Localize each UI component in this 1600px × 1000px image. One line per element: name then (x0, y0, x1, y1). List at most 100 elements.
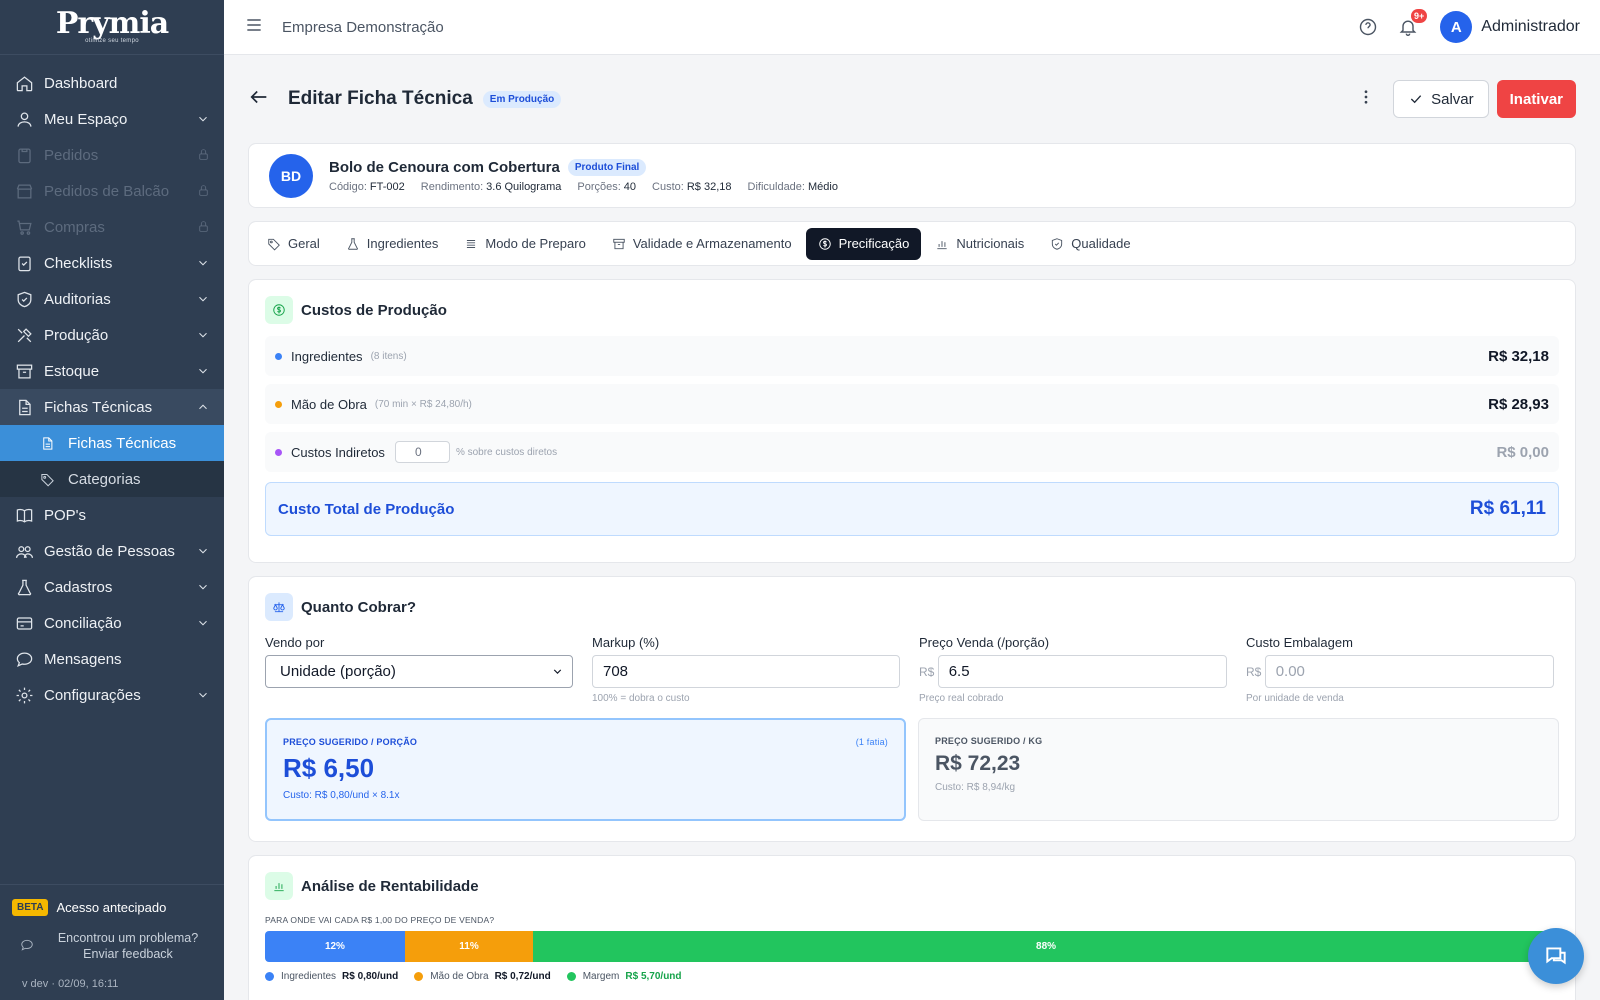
sidebar-item-fichas-tecnicas[interactable]: Fichas Técnicas (0, 389, 224, 425)
cost-value: R$ 28,93 (1488, 395, 1549, 413)
product-avatar: BD (269, 153, 313, 198)
chevron-down-icon (196, 616, 210, 630)
sidebar-item-gestao-pessoas[interactable]: Gestão de Pessoas (0, 533, 224, 569)
product-meta: Código: FT-002 Rendimento: 3.6 Quilograma … (329, 181, 854, 193)
beta-text: Acesso antecipado (56, 900, 167, 915)
cost-label: Ingredientes (291, 348, 363, 364)
sidebar-item-label: Checklists (44, 254, 113, 272)
legend-label: Margem (582, 971, 620, 982)
cost-row-ingredients: Ingredientes (8 itens) R$ 32,18 (265, 336, 1559, 376)
field-label: Vendo por (265, 635, 325, 650)
bar-chart-icon (937, 240, 948, 249)
chevron-down-icon (196, 292, 210, 306)
feedback-line1: Encontrou um problema? (57, 931, 199, 945)
product-difficulty: Médio (807, 180, 838, 193)
tab-geral[interactable]: Geral (255, 228, 332, 260)
pricing-section: Quanto Cobrar? Vendo por Unidade (porção… (248, 576, 1576, 842)
meta-label: Porções: (577, 180, 621, 193)
sidebar-item-meu-espaco[interactable]: Meu Espaço (0, 101, 224, 137)
tab-label: Validade e Armazenamento (632, 236, 792, 251)
flask-icon (347, 237, 358, 250)
more-options-icon[interactable] (1357, 88, 1375, 111)
tab-ingredientes[interactable]: Ingredientes (334, 228, 451, 260)
sidebar-item-dashboard[interactable]: Dashboard (0, 65, 224, 101)
markup-input[interactable] (592, 655, 900, 688)
sidebar-subitem-categorias[interactable]: Categorias (0, 461, 224, 497)
currency-prefix: R$ (1246, 664, 1262, 679)
avatar[interactable]: A (1440, 11, 1473, 43)
profitability-legend: Ingredientes R$ 0,80/und Mão de Obra R$ 0,7… (265, 971, 1559, 982)
menu-icon[interactable] (244, 15, 264, 40)
product-name: Bolo de Cenoura com Cobertura (329, 158, 560, 176)
bell-icon[interactable]: 9+ (1396, 9, 1428, 39)
topbar: Empresa Demonstração 9+ A Administrador (224, 0, 1600, 55)
brand-tagline: otimize seu tempo (85, 38, 139, 44)
sidebar-subitem-label: Fichas Técnicas (68, 434, 177, 452)
product-yield: 3.6 Quilograma (486, 180, 562, 193)
sidebar-item-configuracoes[interactable]: Configurações (0, 677, 224, 713)
production-costs-section: Custos de Produção Ingredientes (8 itens… (248, 279, 1576, 563)
chat-icon (14, 649, 34, 669)
feedback-link[interactable]: Encontrou um problema? Enviar feedback (12, 930, 212, 962)
total-cost-label: Custo Total de Produção (278, 500, 455, 518)
section-title: Quanto Cobrar? (301, 598, 416, 616)
legend-value: R$ 0,80/und (342, 971, 399, 982)
flask-icon (14, 577, 34, 597)
field-label: Markup (%) (592, 635, 660, 650)
page-header: Editar Ficha Técnica Em Produção Salvar … (248, 55, 1576, 143)
sidebar-subitem-label: Categorias (68, 470, 141, 488)
chevron-down-icon (196, 364, 210, 378)
sell-by-select[interactable]: Unidade (porção) (265, 655, 573, 688)
gear-icon (14, 685, 34, 705)
ingredients-dot (275, 352, 282, 360)
bar-segment-margem: 88% (533, 931, 1559, 962)
tab-qualidade[interactable]: Qualidade (1038, 228, 1142, 260)
sidebar-item-producao[interactable]: Produção (0, 317, 224, 353)
legend-value: R$ 5,70/und (625, 971, 682, 982)
sidebar-item-label: Pedidos de Balcão (44, 182, 170, 200)
chat-icon (1546, 947, 1566, 965)
tab-modo-de-preparo[interactable]: Modo de Preparo (452, 228, 597, 260)
card-subtext: Custo: R$ 0,80/und × 8.1x (283, 790, 400, 801)
sidebar-item-label: Mensagens (44, 650, 122, 668)
company-name[interactable]: Empresa Demonstração (282, 19, 444, 36)
chat-support-button[interactable] (1528, 928, 1584, 984)
tab-label: Geral (288, 236, 320, 251)
save-button[interactable]: Salvar (1393, 80, 1489, 118)
chevron-up-icon (196, 400, 210, 414)
sale-price-input[interactable] (937, 655, 1227, 688)
tab-precificacao[interactable]: Precificação (805, 227, 922, 260)
product-code: FT-002 (369, 180, 405, 193)
packaging-cost-input[interactable] (1264, 655, 1554, 688)
cost-value: R$ 0,00 (1496, 443, 1549, 461)
inactivate-button[interactable]: Inativar (1496, 80, 1576, 118)
brand-logo[interactable]: Prymia otimize seu tempo (0, 0, 224, 55)
tab-nutricionais[interactable]: Nutricionais (923, 228, 1036, 260)
indirect-percent-input[interactable] (394, 441, 450, 463)
sidebar-item-pops[interactable]: POP's (0, 497, 224, 533)
cost-value: R$ 32,18 (1488, 347, 1549, 365)
version-text: v dev · 02/09, 16:11 (22, 978, 119, 990)
sidebar-item-cadastros[interactable]: Cadastros (0, 569, 224, 605)
tab-validade[interactable]: Validade e Armazenamento (600, 228, 804, 260)
back-arrow-icon[interactable] (248, 86, 270, 113)
sidebar-item-conciliacao[interactable]: Conciliação (0, 605, 224, 641)
sidebar-item-estoque[interactable]: Estoque (0, 353, 224, 389)
chat-icon (20, 938, 44, 955)
total-cost-value: R$ 61,11 (1469, 498, 1546, 519)
sidebar-item-auditorias[interactable]: Auditorias (0, 281, 224, 317)
tabs-bar: Geral Ingredientes Modo de Preparo Valid… (248, 221, 1576, 266)
sidebar-item-mensagens[interactable]: Mensagens (0, 641, 224, 677)
chevron-down-icon (196, 544, 210, 558)
sidebar-subitem-fichas-tecnicas[interactable]: Fichas Técnicas (0, 425, 224, 461)
sidebar-item-checklists[interactable]: Checklists (0, 245, 224, 281)
chevron-down-icon (196, 328, 210, 342)
legend-label: Ingredientes (281, 971, 337, 982)
book-icon (14, 505, 34, 525)
sidebar-item-label: Estoque (44, 362, 100, 380)
help-icon[interactable] (1356, 15, 1380, 39)
sidebar-item-label: Produção (44, 326, 109, 344)
user-name[interactable]: Administrador (1481, 18, 1580, 36)
lock-icon (197, 148, 210, 165)
shield-check-icon (1052, 237, 1063, 250)
